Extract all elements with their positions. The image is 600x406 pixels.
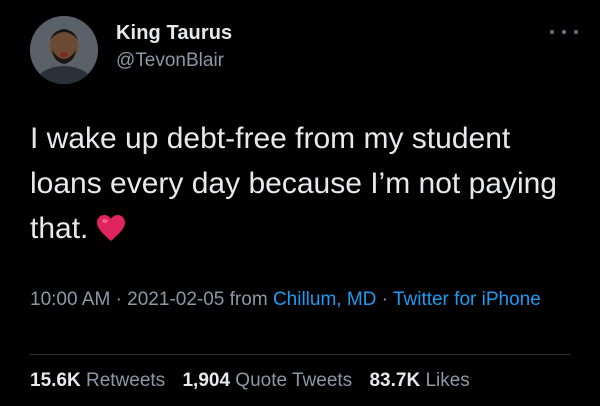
likes-stat[interactable]: 83.7K Likes <box>369 370 469 391</box>
source-link[interactable]: Twitter for iPhone <box>393 289 541 310</box>
tweet-card: King Taurus @TevonBlair I wake up debt-f… <box>0 0 600 406</box>
retweets-stat[interactable]: 15.6K Retweets <box>30 370 165 391</box>
engagement-stats: 15.6K Retweets 1,904 Quote Tweets 83.7K … <box>30 370 482 392</box>
tweet-time[interactable]: 10:00 AM <box>30 289 110 310</box>
tweet-text: I wake up debt-free from my student loan… <box>30 116 578 255</box>
heart-emoji-icon <box>96 210 126 255</box>
meta-separator: · <box>115 289 122 310</box>
likes-count: 83.7K <box>369 370 421 391</box>
author-name[interactable]: King Taurus <box>116 22 232 45</box>
retweets-count: 15.6K <box>30 370 81 391</box>
likes-label: Likes <box>425 370 470 391</box>
location-link[interactable]: Chillum, MD <box>273 289 376 310</box>
quote-tweets-label: Quote Tweets <box>235 370 353 391</box>
more-options-icon[interactable] <box>550 24 578 40</box>
tweet-metadata: 10:00 AM · 2021-02-05 from Chillum, MD ·… <box>30 284 578 315</box>
retweets-label: Retweets <box>85 370 166 391</box>
quote-tweets-stat[interactable]: 1,904 Quote Tweets <box>182 370 352 391</box>
tweet-date[interactable]: 2021-02-05 <box>127 289 224 310</box>
quote-tweets-count: 1,904 <box>182 370 231 391</box>
divider <box>30 354 570 355</box>
avatar-image <box>30 16 98 84</box>
from-label: from <box>229 289 268 310</box>
author-handle[interactable]: @TevonBlair <box>116 50 224 72</box>
meta-separator: · <box>381 289 388 310</box>
avatar[interactable] <box>30 16 98 84</box>
